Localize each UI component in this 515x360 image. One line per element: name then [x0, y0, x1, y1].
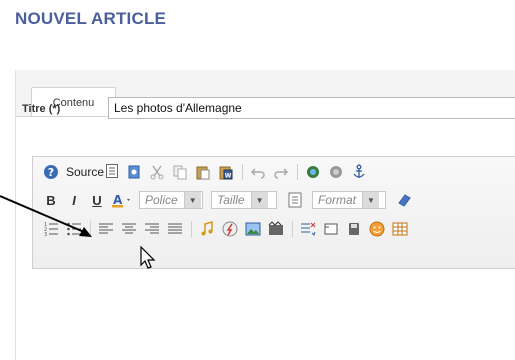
mouse-cursor-icon [140, 246, 156, 269]
annotation-arrow [0, 195, 92, 237]
